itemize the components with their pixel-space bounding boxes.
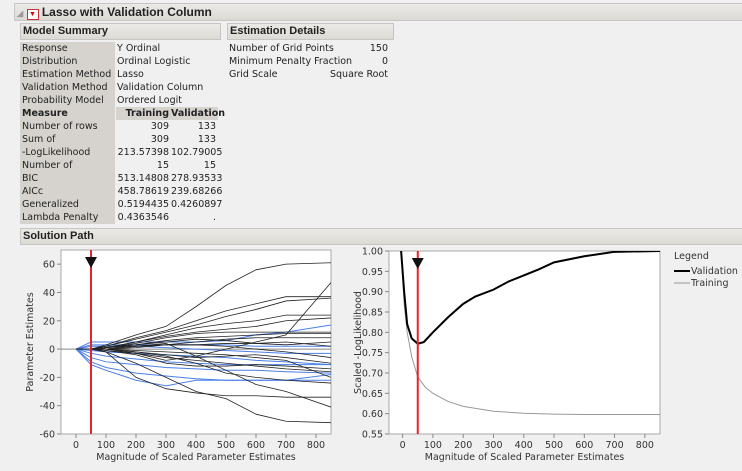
y-tick-label: 40 [43,288,55,299]
validation-value: 133 [197,134,216,145]
y-tick-label: -60 [39,430,55,441]
y-axis-label: Scaled -LogLikelihood [353,291,364,394]
summary-label: Distribution [20,55,115,68]
y-tick-label: 0.55 [362,430,383,441]
x-axis-label: Magnitude of Scaled Parameter Estimates [96,452,296,463]
summary-label: Estimation Method [20,68,115,81]
x-tick-label: 800 [307,440,325,451]
plot-frame [388,250,661,435]
training-header: Training [116,107,171,120]
x-tick-label: 800 [636,440,654,451]
summary-value: Ordinal Logistic [117,56,191,67]
parameter-estimates-chart[interactable]: 0 100 200 300 400 500 600 700 800 -60 -40 -20 0 20 40 6… [0,245,340,471]
training-value: 0.5194435 [117,199,169,210]
legend-training-label: Training [690,278,729,289]
validation-value: . [212,212,216,223]
validation-value: 239.68266 [171,186,223,197]
training-value: 458.78619 [117,186,169,197]
x-tick-label: 200 [127,440,145,451]
detail-value: Square Root [330,69,388,80]
y-tick-label: 0.95 [362,267,383,278]
loglikelihood-chart[interactable]: 0 100 200 300 400 500 600 700 800 0.55 0.60 0.65 0.7… [340,245,742,471]
detail-value: 0 [381,56,388,67]
x-tick-label: 100 [424,440,442,451]
red-triangle-menu-icon[interactable]: ▼ [26,9,39,20]
report-title: Lasso with Validation Column [41,5,212,19]
x-tick-label: 700 [277,440,295,451]
x-tick-label: 400 [515,440,533,451]
measure-label: Number of rows [20,120,115,133]
validation-value: 15 [203,160,216,171]
measure-label: Lambda Penalty [20,211,115,224]
solution-path-header[interactable]: Solution Path [20,228,742,245]
y-tick-label: 0.60 [362,409,383,420]
y-tick-label: 0 [49,345,55,356]
measure-label: BIC [20,172,115,185]
x-axis-label: Magnitude of Scaled Parameter Estimates [425,452,625,463]
validation-value: 0.4260897 [171,199,223,210]
x-tick-label: 500 [217,440,235,451]
summary-label: Validation Method [20,81,115,94]
x-tick-label: 0 [400,440,406,451]
estimation-details-header[interactable]: Estimation Details [227,23,394,40]
y-tick-label: 0.75 [362,348,383,359]
x-tick-label: 700 [606,440,624,451]
x-tick-label: 600 [247,440,265,451]
x-tick-label: 500 [545,440,563,451]
validation-value: 133 [197,121,216,132]
x-tick-label: 0 [73,440,79,451]
x-tick-label: 300 [157,440,175,451]
y-tick-label: 20 [43,316,55,327]
summary-value: Y Ordinal [117,43,161,54]
validation-header: Validation [171,107,226,120]
y-tick-label: 1.00 [362,247,383,258]
y-tick-label: 0.65 [362,389,383,400]
y-tick-label: 0.85 [362,308,383,319]
collapse-triangle-icon[interactable]: ◢ [17,9,23,18]
training-value: 213.57398 [117,147,169,158]
training-value: 309 [150,121,169,132]
validation-value: 278.93533 [171,173,223,184]
report-title-bar: ◢ ▼ Lasso with Validation Column [14,3,742,21]
summary-value: Ordered Logit [117,95,183,106]
detail-value: 150 [369,43,388,54]
x-tick-label: 200 [454,440,472,451]
measure-label: Generalized RSquare [20,198,115,223]
training-value: 513.14808 [117,173,169,184]
x-tick-label: 400 [187,440,205,451]
model-summary-header[interactable]: Model Summary [20,23,221,40]
y-tick-label: -40 [39,401,55,412]
training-value: 309 [150,134,169,145]
legend-title: Legend [674,251,709,262]
x-tick-label: 100 [97,440,115,451]
summary-value: Validation Column [117,82,204,93]
legend-validation-label: Validation [691,266,738,277]
training-value: 0.4363546 [117,212,169,223]
detail-label: Grid Scale [229,69,278,80]
measure-label: Sum of Frequencies [20,133,115,158]
summary-value: Lasso [117,69,144,80]
measure-label: AICc [20,185,115,198]
y-tick-label: 60 [43,260,55,271]
training-value: 15 [156,160,169,171]
y-tick-label: 0.70 [362,369,383,380]
y-tick-label: 0.90 [362,287,383,298]
measure-label: -LogLikelihood [20,146,115,159]
measure-label: Number of Parameters [20,159,115,184]
x-tick-label: 300 [484,440,502,451]
measure-header: Measure [20,107,115,120]
y-tick-label: 0.80 [362,328,383,339]
validation-value: 102.79005 [171,147,223,158]
y-axis-label: Parameter Estimates [25,292,36,391]
y-tick-label: -20 [39,373,55,384]
x-tick-label: 600 [575,440,593,451]
summary-label: Probability Model Link [20,94,115,119]
summary-label: Response [20,42,115,55]
